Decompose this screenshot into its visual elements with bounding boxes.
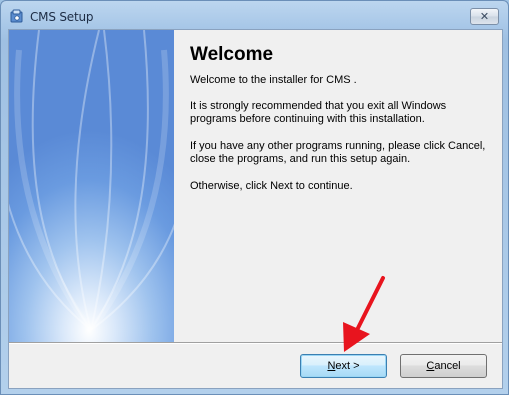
next-label: ext >	[335, 360, 360, 372]
otherwise-text: Otherwise, click Next to continue.	[190, 180, 353, 192]
welcome-banner-image	[9, 30, 174, 342]
welcome-content: Welcome Welcome to the installer for CMS…	[174, 30, 502, 342]
setup-window: CMS Setup ✕ Welcome Welcome to the insta…	[0, 0, 509, 395]
window-title: CMS Setup	[30, 10, 94, 24]
installer-icon	[9, 8, 25, 24]
recommendation-text: It is strongly recommended that you exit…	[190, 100, 447, 125]
intro-text: Welcome to the installer for CMS .	[190, 74, 357, 86]
close-icon: ✕	[479, 10, 490, 23]
close-button[interactable]: ✕	[470, 8, 499, 25]
page-title: Welcome	[190, 44, 274, 65]
next-button[interactable]: Next >	[300, 354, 387, 378]
title-bar[interactable]: CMS Setup ✕	[1, 1, 508, 31]
cancel-button[interactable]: Cancel	[400, 354, 487, 378]
cancel-label: ancel	[434, 360, 461, 372]
dialog-body: Welcome Welcome to the installer for CMS…	[8, 29, 503, 389]
other-programs-text: If you have any other programs running, …	[190, 140, 486, 165]
footer-divider	[9, 342, 502, 344]
